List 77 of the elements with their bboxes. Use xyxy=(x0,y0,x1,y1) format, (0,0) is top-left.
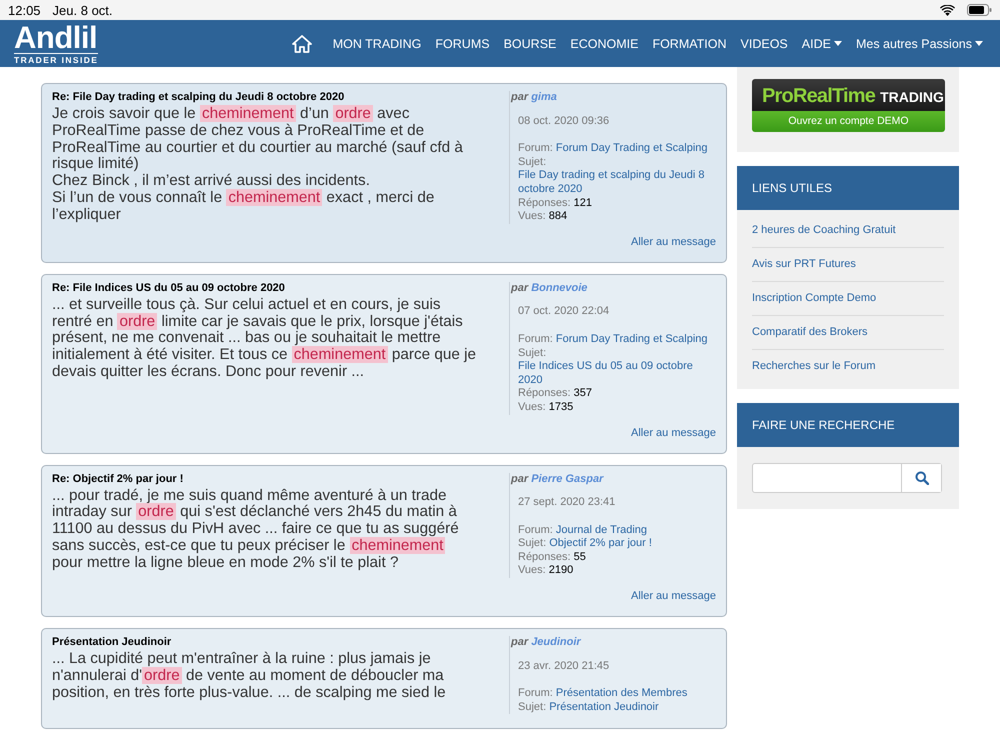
author-link[interactable]: Pierre Gaspar xyxy=(531,472,604,484)
author-line: par Jeudinoir xyxy=(510,636,581,648)
site-logo[interactable]: Andlil TRADER INSIDE xyxy=(14,22,98,64)
nav-link[interactable]: MON TRADING xyxy=(326,36,428,50)
forum-label: Forum: xyxy=(518,142,553,154)
author-link[interactable]: gima xyxy=(531,91,557,103)
search-button[interactable] xyxy=(901,464,941,492)
go-to-message-link[interactable]: Aller au message xyxy=(631,236,716,248)
subject-label: Sujet: xyxy=(518,537,546,550)
status-date: Jeu. 8 oct. xyxy=(52,2,113,18)
post-date: 23 avr. 2020 21:45 xyxy=(518,660,610,674)
nav-link[interactable]: VIDEOS xyxy=(734,36,795,50)
subject-link[interactable]: File Day trading et scalping du Jeudi 8 octobre 2020 xyxy=(518,169,716,197)
subject-link[interactable]: Objectif 2% par jour ! xyxy=(549,537,652,551)
subject-link[interactable]: File Indices US du 05 au 09 octobre 2020 xyxy=(518,360,716,388)
replies-count: 121 xyxy=(574,196,592,209)
forum-label: Forum: xyxy=(518,524,553,536)
sidebar-link[interactable]: Comparatif des Brokers xyxy=(752,316,944,350)
wifi-icon xyxy=(940,4,955,16)
go-to-message-link[interactable]: Aller au message xyxy=(631,590,716,602)
nav-link[interactable]: ECONOMIE xyxy=(563,36,646,50)
views-label: Vues: xyxy=(518,400,546,413)
author-line: par gima xyxy=(510,91,557,103)
subject-label: Sujet: xyxy=(518,700,546,713)
nav-link[interactable]: FORUMS xyxy=(428,36,497,50)
author-link[interactable]: Bonnevoie xyxy=(531,282,588,294)
section-header: LIENS UTILES xyxy=(737,166,959,210)
caret-icon xyxy=(834,41,842,46)
result-excerpt: ... La cupidité peut m'entraîner à la ruine : plus jamais je n'annulerai d'ordre de vente au moment de déboucler ma position, en très forte plus-value. ... de scalping me sied le xyxy=(52,651,447,702)
author-line: par Pierre Gaspar xyxy=(510,472,604,484)
result-title: Re: File Day trading et scalping du Jeudi 8 octobre 2020 xyxy=(52,91,346,103)
nav-link[interactable]: AIDE xyxy=(794,36,849,50)
replies-label: Réponses: xyxy=(518,550,571,563)
forum-link[interactable]: Forum Day Trading et Scalping xyxy=(556,332,708,347)
sidebar-link[interactable]: Inscription Compte Demo xyxy=(752,282,944,316)
forum-label: Forum: xyxy=(518,332,553,345)
nav-link[interactable]: Mes autres Passions xyxy=(848,36,990,50)
author-link[interactable]: Jeudinoir xyxy=(531,636,581,648)
home-icon[interactable] xyxy=(292,34,312,52)
subject-label: Sujet: xyxy=(518,156,546,168)
status-time: 12:05 xyxy=(8,2,41,18)
views-count: 884 xyxy=(548,210,568,222)
subject-label: Sujet: xyxy=(518,346,546,359)
views-label: Vues: xyxy=(518,564,546,576)
result-title: Re: File Indices US du 05 au 09 octobre 2020 xyxy=(52,282,286,294)
result-excerpt: Je crois savoir que le cheminement d’un ordre avec ProRealTime passe de chez vous à ProRealTime et de ProRealTime au courtier et du courtier au marché (sauf cfd à risque limité) Chez Binck , il m’est arrivé aussi des incidents. Si l’un de vous connaît le cheminement exact , merci de l’expliquer xyxy=(52,106,464,224)
replies-label: Réponses: xyxy=(518,387,571,400)
result-title: Re: Objectif 2% par jour ! xyxy=(52,472,184,484)
sidebar-link[interactable]: 2 heures de Coaching Gratuit xyxy=(752,214,944,248)
section-header: FAIRE UNE RECHERCHE xyxy=(737,403,959,447)
caret-icon xyxy=(975,41,983,46)
result-excerpt: ... et surveille tous çà. Sur celui actuel et en cours, je suis rentré en ordre limite car je savais que le prix, lorsque j'étais présent, ne me convenait ... bas ou je souhaitait le mettre initialement à été visiter. Et tous ce cheminement parce que je devais quitter les écrans. Donc pour revenir ... xyxy=(52,296,477,381)
search-icon xyxy=(914,471,928,485)
forum-link[interactable]: Journal de Trading xyxy=(556,524,648,536)
forum-link[interactable]: Forum Day Trading et Scalping xyxy=(556,142,708,156)
battery-icon xyxy=(967,4,992,16)
post-date: 07 oct. 2020 22:04 xyxy=(518,305,610,319)
nav-link[interactable]: FORMATION xyxy=(645,36,734,50)
result-excerpt: ... pour tradé, je me suis quand même aventuré à un trade intraday sur ordre qui s'est déclanché vers 2h45 du matin à 11100 au dessus du PivH avec ... faire ce que tu as suggéré sans succès, est-ce que tu peux préciser le cheminement pour mettre la ligne bleue en mode 2% s'il te plait ? xyxy=(52,488,460,572)
subject-link[interactable]: Présentation Jeudinoir xyxy=(549,700,659,714)
result-title: Présentation Jeudinoir xyxy=(52,636,172,648)
replies-count: 357 xyxy=(574,387,592,400)
replies-label: Réponses: xyxy=(518,196,571,209)
author-line: par Bonnevoie xyxy=(510,282,588,294)
views-label: Vues: xyxy=(518,210,546,222)
forum-label: Forum: xyxy=(518,687,553,700)
sidebar-link[interactable]: Recherches sur le Forum xyxy=(752,350,944,383)
go-to-message-link[interactable]: Aller au message xyxy=(631,426,716,438)
nav-link[interactable]: BOURSE xyxy=(496,36,564,50)
post-date: 27 sept. 2020 23:41 xyxy=(518,496,616,510)
views-count: 2190 xyxy=(548,564,574,576)
replies-count: 55 xyxy=(574,550,586,563)
forum-link[interactable]: Présentation des Membres xyxy=(556,687,688,701)
sidebar-link[interactable]: Avis sur PRT Futures xyxy=(752,248,944,282)
post-date: 08 oct. 2020 09:36 xyxy=(518,114,610,128)
views-count: 1735 xyxy=(548,400,574,413)
search-field[interactable] xyxy=(752,463,942,493)
